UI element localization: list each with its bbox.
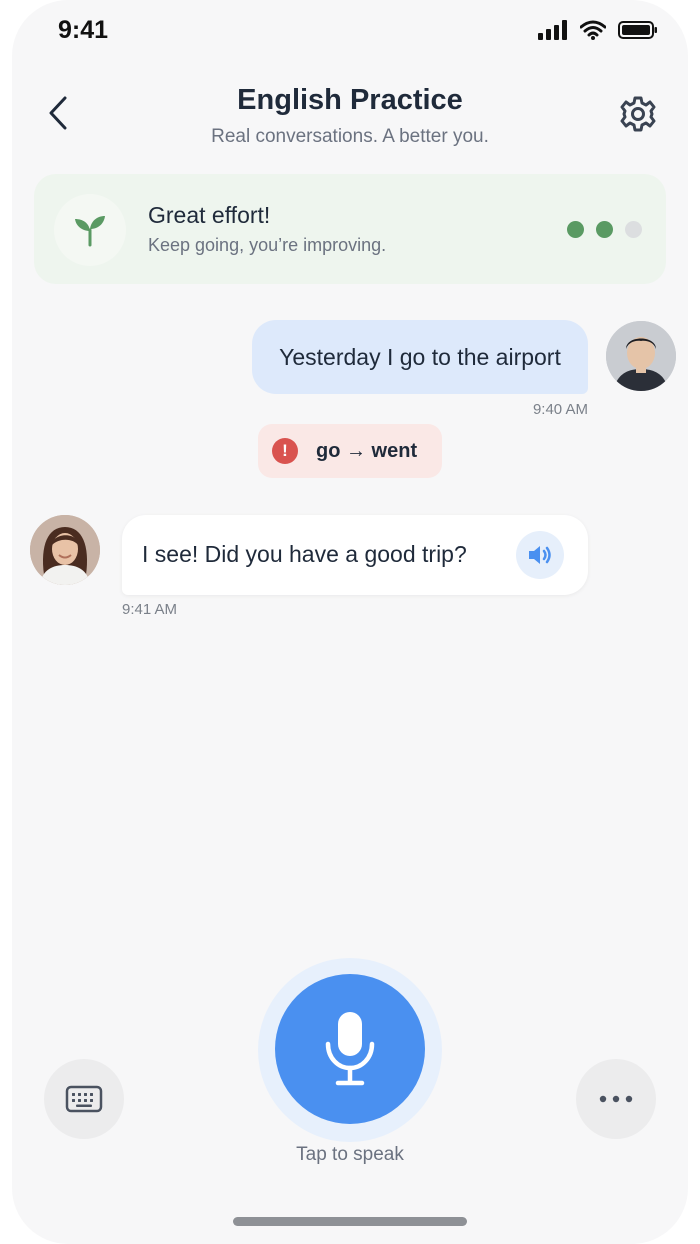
page-title: English Practice	[237, 84, 463, 116]
microphone-icon	[325, 1012, 375, 1086]
error-icon: !	[272, 438, 298, 464]
speaker-icon	[529, 546, 551, 564]
status-icons	[538, 20, 658, 45]
tutor-message-time: 9:41 AM	[122, 601, 178, 618]
user-message-time: 9:40 AM	[532, 401, 588, 418]
tutor-avatar	[30, 515, 100, 585]
feedback-subtitle: Keep going, you’re improving.	[148, 235, 387, 255]
correction-chip[interactable]: ! go → went	[258, 424, 442, 478]
keyboard-icon	[65, 1085, 103, 1113]
tutor-message-text: I see! Did you have a good trip?	[142, 541, 467, 567]
play-audio-button[interactable]	[516, 531, 564, 579]
gear-icon	[620, 96, 656, 132]
keyboard-button[interactable]	[44, 1059, 124, 1139]
battery-icon	[618, 20, 658, 45]
settings-button[interactable]	[616, 92, 660, 136]
progress-dot	[567, 221, 584, 238]
more-options-button[interactable]	[576, 1059, 656, 1139]
mic-label: Tap to speak	[296, 1144, 404, 1165]
tutor-message-bubble[interactable]: I see! Did you have a good trip?	[122, 515, 588, 595]
more-icon	[599, 1095, 633, 1103]
page-subtitle: Real conversations. A better you.	[211, 126, 489, 147]
user-message-bubble[interactable]: Yesterday I go to the airport	[252, 320, 588, 394]
feedback-card: Great effort! Keep going, you’re improvi…	[34, 174, 666, 284]
progress-dot	[625, 221, 642, 238]
status-time: 9:41	[58, 16, 109, 44]
mic-button[interactable]	[275, 974, 425, 1124]
progress-dot	[596, 221, 613, 238]
feedback-title: Great effort!	[148, 202, 271, 228]
user-message-text: Yesterday I go to the airport	[279, 343, 561, 370]
leaf-badge	[54, 194, 126, 266]
signal-icon	[538, 20, 568, 45]
home-indicator[interactable]	[233, 1217, 467, 1226]
sprout-icon	[75, 216, 105, 247]
user-avatar	[606, 321, 676, 391]
correction-text: go → went	[316, 439, 418, 462]
wifi-icon	[579, 20, 607, 45]
phone-screen: 9:41 English Practice Real conversations…	[12, 0, 688, 1244]
progress-dots	[567, 221, 642, 238]
